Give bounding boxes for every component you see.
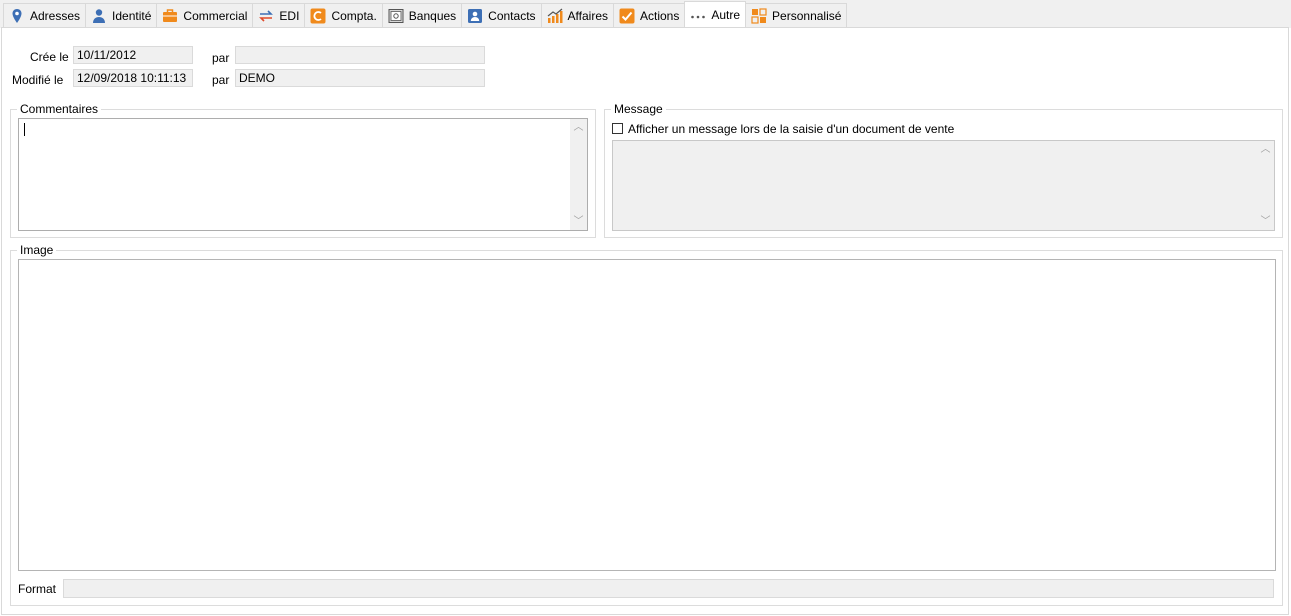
tab-contacts[interactable]: Contacts: [461, 3, 542, 27]
briefcase-icon: [162, 8, 178, 24]
dots-icon: [690, 7, 706, 23]
format-label: Format: [18, 582, 57, 596]
modified-by-label: par: [212, 73, 230, 87]
tab-bar: Adresses Identité Commercial EDI Compta.: [0, 0, 1291, 28]
comments-textarea[interactable]: ︿ ﹀: [18, 118, 588, 231]
person-icon: [91, 8, 107, 24]
tab-personnalise[interactable]: Personnalisé: [745, 3, 848, 27]
exchange-arrows-icon: [258, 8, 274, 24]
message-textarea[interactable]: ︿ ﹀: [612, 140, 1275, 231]
custom-form-icon: [751, 7, 767, 24]
created-by-field[interactable]: [235, 46, 485, 64]
tab-autre[interactable]: Autre: [684, 1, 747, 27]
tab-strip: Adresses Identité Commercial EDI Compta.: [3, 1, 848, 28]
comments-legend: Commentaires: [17, 102, 102, 116]
message-legend: Message: [611, 102, 666, 116]
tab-compta[interactable]: Compta.: [304, 3, 383, 27]
tab-label: Adresses: [30, 8, 81, 23]
modified-date-field[interactable]: 12/09/2018 10:11:13: [73, 69, 193, 87]
tab-label: Banques: [408, 8, 457, 23]
tab-adresses[interactable]: Adresses: [3, 3, 87, 27]
text-caret: [24, 123, 25, 136]
growth-chart-icon: [547, 8, 563, 24]
show-message-checkbox[interactable]: [612, 123, 623, 134]
image-box[interactable]: [18, 259, 1276, 571]
tab-label: Affaires: [567, 8, 608, 23]
tab-edi[interactable]: EDI: [252, 3, 306, 27]
format-field[interactable]: [63, 579, 1274, 598]
scroll-up-icon[interactable]: ︿: [570, 119, 587, 136]
tab-commercial[interactable]: Commercial: [156, 3, 254, 27]
tab-label: Actions: [640, 8, 680, 23]
tab-identite[interactable]: Identité: [85, 3, 158, 27]
modified-label: Modifié le: [12, 73, 64, 87]
tab-label: EDI: [279, 8, 300, 23]
tab-label: Identité: [112, 8, 152, 23]
created-by-label: par: [212, 51, 230, 65]
tab-label: Commercial: [183, 8, 248, 23]
tab-actions[interactable]: Actions: [613, 3, 686, 27]
show-message-label: Afficher un message lors de la saisie d'…: [628, 122, 955, 136]
scroll-down-icon[interactable]: ﹀: [570, 213, 587, 230]
checkmark-icon: [619, 8, 635, 24]
scroll-up-icon[interactable]: ︿: [1257, 141, 1274, 158]
created-date-field[interactable]: 10/11/2012: [73, 46, 193, 64]
tab-label: Contacts: [488, 8, 536, 23]
tab-affaires[interactable]: Affaires: [540, 3, 614, 27]
tab-banques[interactable]: Banques: [381, 3, 463, 27]
image-legend: Image: [17, 243, 57, 257]
modified-by-field[interactable]: DEMO: [235, 69, 485, 87]
message-scrollbar[interactable]: ︿ ﹀: [1257, 141, 1274, 230]
map-pin-icon: [9, 8, 25, 24]
contact-card-icon: [467, 8, 483, 24]
created-label: Crée le: [30, 50, 69, 64]
tab-label: Autre: [711, 7, 741, 22]
accounting-c-icon: [310, 8, 326, 24]
tab-label: Personnalisé: [772, 8, 842, 23]
comments-scrollbar[interactable]: ︿ ﹀: [570, 119, 587, 230]
safe-icon: [388, 8, 404, 24]
tab-label: Compta.: [331, 8, 377, 23]
scroll-down-icon[interactable]: ﹀: [1257, 213, 1274, 230]
